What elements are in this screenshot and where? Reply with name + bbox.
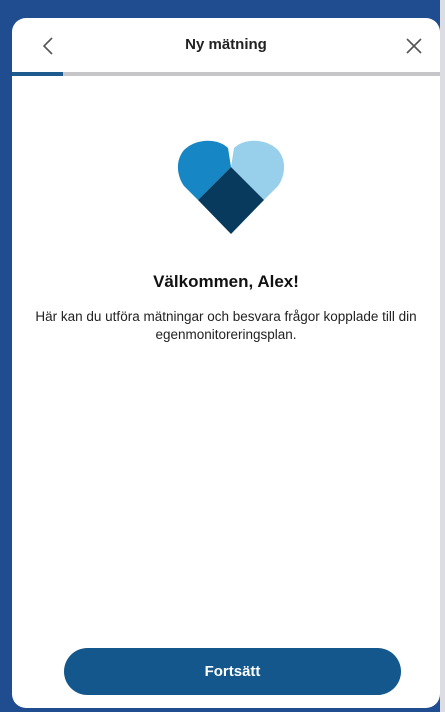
progress-bar-fill xyxy=(12,72,64,76)
modal-sheet: Ny mätning Välkommen, Alex! Här kan du u… xyxy=(12,18,440,708)
welcome-description: Här kan du utföra mätningar och besvara … xyxy=(35,309,417,342)
header: Ny mätning xyxy=(12,18,440,72)
heart-logo-icon xyxy=(177,140,285,234)
page-title: Ny mätning xyxy=(185,36,267,53)
close-button[interactable] xyxy=(394,26,434,66)
continue-button[interactable]: Fortsätt xyxy=(64,648,401,695)
progress-bar xyxy=(12,72,440,76)
close-icon xyxy=(406,38,422,54)
welcome-heading: Välkommen, Alex! xyxy=(153,272,299,291)
hero-illustration xyxy=(176,138,286,243)
app-frame: Ny mätning Välkommen, Alex! Här kan du u… xyxy=(0,0,445,712)
